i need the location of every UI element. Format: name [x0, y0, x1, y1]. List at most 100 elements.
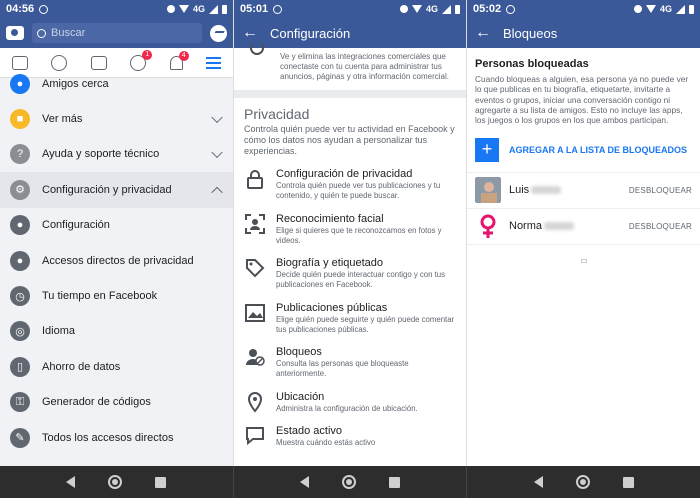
settings-item-text: Configuración de privacidad Controla quié…: [276, 168, 456, 200]
blocked-person-row: Luis DESBLOQUEAR: [467, 171, 700, 208]
menu-item[interactable]: ■ Ver más: [0, 101, 233, 136]
menu-item-label: Accesos directos de privacidad: [42, 254, 194, 267]
settings-item-desc: Controla quién puede ver tus publicacion…: [276, 181, 441, 201]
lock-person-icon: ●: [10, 250, 30, 271]
status-bar: 04:56 4G: [0, 0, 233, 18]
camera-icon[interactable]: [6, 26, 24, 40]
unblock-button[interactable]: DESBLOQUEAR: [629, 222, 692, 231]
nav-recent-apps-icon[interactable]: [155, 476, 167, 488]
privacy-section-desc: Controla quién puede ver tu actividad en…: [244, 124, 455, 156]
add-to-blocked-list-button[interactable]: + AGREGAR A LA LISTA DE BLOQUEADOS: [467, 137, 700, 172]
settings-item-title: Estado activo: [276, 425, 343, 438]
menu-item-label: Configuración y privacidad: [42, 183, 172, 196]
blocked-person-icon: [246, 349, 265, 367]
blocked-people-heading: Personas bloqueadas: [475, 58, 589, 70]
screen-blocking: 05:02 4G ← Bloqueos Personas bloqueadas …: [467, 0, 700, 466]
notification-icon: [506, 4, 516, 14]
wifi-icon: [645, 5, 656, 13]
menu-item[interactable]: ✎ Todos los accesos directos: [0, 420, 233, 455]
padlock-icon: [247, 170, 263, 190]
blocked-people-desc: Cuando bloqueas a alguien, esa persona y…: [475, 74, 689, 126]
female-symbol-icon: [475, 213, 501, 240]
unblock-button[interactable]: DESBLOQUEAR: [629, 186, 692, 195]
settings-item[interactable]: Ubicación Administra la configuración de …: [234, 385, 466, 420]
nav-home-icon[interactable]: [108, 475, 123, 489]
menu-item-label: Ayuda y soporte técnico: [42, 148, 160, 161]
settings-item-text: Ubicación Administra la configuración de …: [276, 391, 418, 414]
gear-icon: [250, 44, 264, 55]
menu-item[interactable]: ? Ayuda y soporte técnico: [0, 137, 233, 172]
menu-item[interactable]: ◷ Tu tiempo en Facebook: [0, 278, 233, 313]
settings-item[interactable]: Bloqueos Consulta las personas que bloque…: [234, 340, 466, 384]
wifi-icon: [411, 5, 422, 13]
battery-icon: [222, 4, 227, 14]
clock-icon: ◷: [10, 286, 30, 307]
menu-item-label: Generador de códigos: [42, 396, 151, 409]
nav-back-icon[interactable]: [66, 476, 76, 488]
menu-list: ● Amigos cerca ■ Ver más? Ayuda y soporte té…: [0, 66, 233, 455]
menu-item[interactable]: ● Configuración: [0, 208, 233, 243]
settings-item-desc: Elige quién puede seguirte y quién puede…: [276, 314, 455, 334]
blurred-surname: [544, 222, 575, 231]
menu-item-label: Amigos cerca: [42, 77, 109, 90]
vibrate-icon: [166, 5, 175, 13]
business-integrations-item[interactable]: Ve y elimina las integraciones comercial…: [234, 44, 466, 90]
nav-home-icon[interactable]: [575, 475, 590, 489]
screen-settings: 05:01 4G ← Configuración Ve y elimina la…: [233, 0, 467, 466]
chevron-up-icon[interactable]: [211, 186, 223, 198]
nav-back-icon[interactable]: [533, 476, 543, 488]
settings-item[interactable]: Estado activo Muestra cuándo estás activo: [234, 419, 466, 454]
settings-item-desc: Administra la configuración de ubicación…: [276, 403, 418, 413]
status-time: 05:02: [473, 3, 502, 15]
chevron-down-icon[interactable]: [211, 147, 223, 159]
menu-item[interactable]: ● Accesos directos de privacidad: [0, 243, 233, 278]
status-time: 05:01: [240, 3, 269, 15]
menu-item-label: Tu tiempo en Facebook: [42, 290, 158, 303]
nav-back-icon[interactable]: [300, 476, 310, 488]
gear-icon: ⚙: [10, 179, 30, 200]
system-nav-bar: [0, 466, 700, 498]
page-title: Configuración: [270, 25, 351, 41]
settings-item[interactable]: Reconocimiento facial Elige si quieres qu…: [234, 207, 466, 251]
settings-item-desc: Elige si quieres que te reconozcamos en …: [276, 225, 442, 245]
status-time: 04:56: [6, 3, 35, 15]
settings-item-title: Publicaciones públicas: [276, 301, 388, 314]
back-arrow-icon[interactable]: ←: [475, 24, 497, 42]
location-pin-icon: ●: [10, 73, 30, 94]
list-end-divider: [467, 243, 700, 245]
settings-item[interactable]: Configuración de privacidad Controla quié…: [234, 162, 466, 206]
wifi-icon: [178, 5, 189, 13]
network-type: 4G: [425, 4, 438, 14]
nav-recent-apps-icon[interactable]: [388, 476, 400, 488]
blocked-person-name-wrap: Norma: [509, 220, 621, 232]
blocked-person-name-wrap: Luis: [509, 184, 621, 196]
menu-item[interactable]: ◎ Idioma: [0, 314, 233, 349]
key-icon: ⚿: [10, 392, 30, 413]
chevron-down-icon[interactable]: [211, 111, 223, 124]
menu-item[interactable]: ⚙ Configuración y privacidad: [0, 172, 233, 208]
search-box[interactable]: [32, 23, 202, 43]
settings-item-text: Estado activo Muestra cuándo estás activo: [276, 425, 375, 448]
nav-recent-apps-icon[interactable]: [622, 476, 634, 488]
notification-icon: [273, 4, 283, 14]
signal-icon: [209, 4, 218, 14]
settings-item-title: Biografía y etiquetado: [276, 257, 384, 270]
search-icon: [37, 28, 46, 38]
menu-item[interactable]: ● Amigos cerca: [0, 66, 233, 101]
menu-item[interactable]: ⚿ Generador de códigos: [0, 385, 233, 420]
status-bar: 05:01 4G: [234, 0, 466, 18]
blocked-person-name: Norma: [509, 220, 543, 233]
picture-icon: [245, 303, 265, 322]
menu-item-label: Configuración: [42, 219, 110, 232]
notification-icon: [39, 4, 49, 14]
back-arrow-icon[interactable]: ←: [242, 24, 264, 42]
search-input[interactable]: [51, 27, 197, 39]
settings-item[interactable]: Publicaciones públicas Elige quién puede …: [234, 296, 466, 340]
settings-item[interactable]: Biografía y etiquetado Decide quién puede…: [234, 251, 466, 295]
blurred-surname: [531, 186, 562, 195]
page-title: Bloqueos: [503, 25, 558, 41]
nav-home-icon[interactable]: [342, 475, 356, 489]
settings-item-desc: Muestra cuándo estás activo: [276, 438, 376, 448]
messenger-icon[interactable]: [210, 24, 227, 42]
menu-item[interactable]: ▯ Ahorro de datos: [0, 349, 233, 384]
